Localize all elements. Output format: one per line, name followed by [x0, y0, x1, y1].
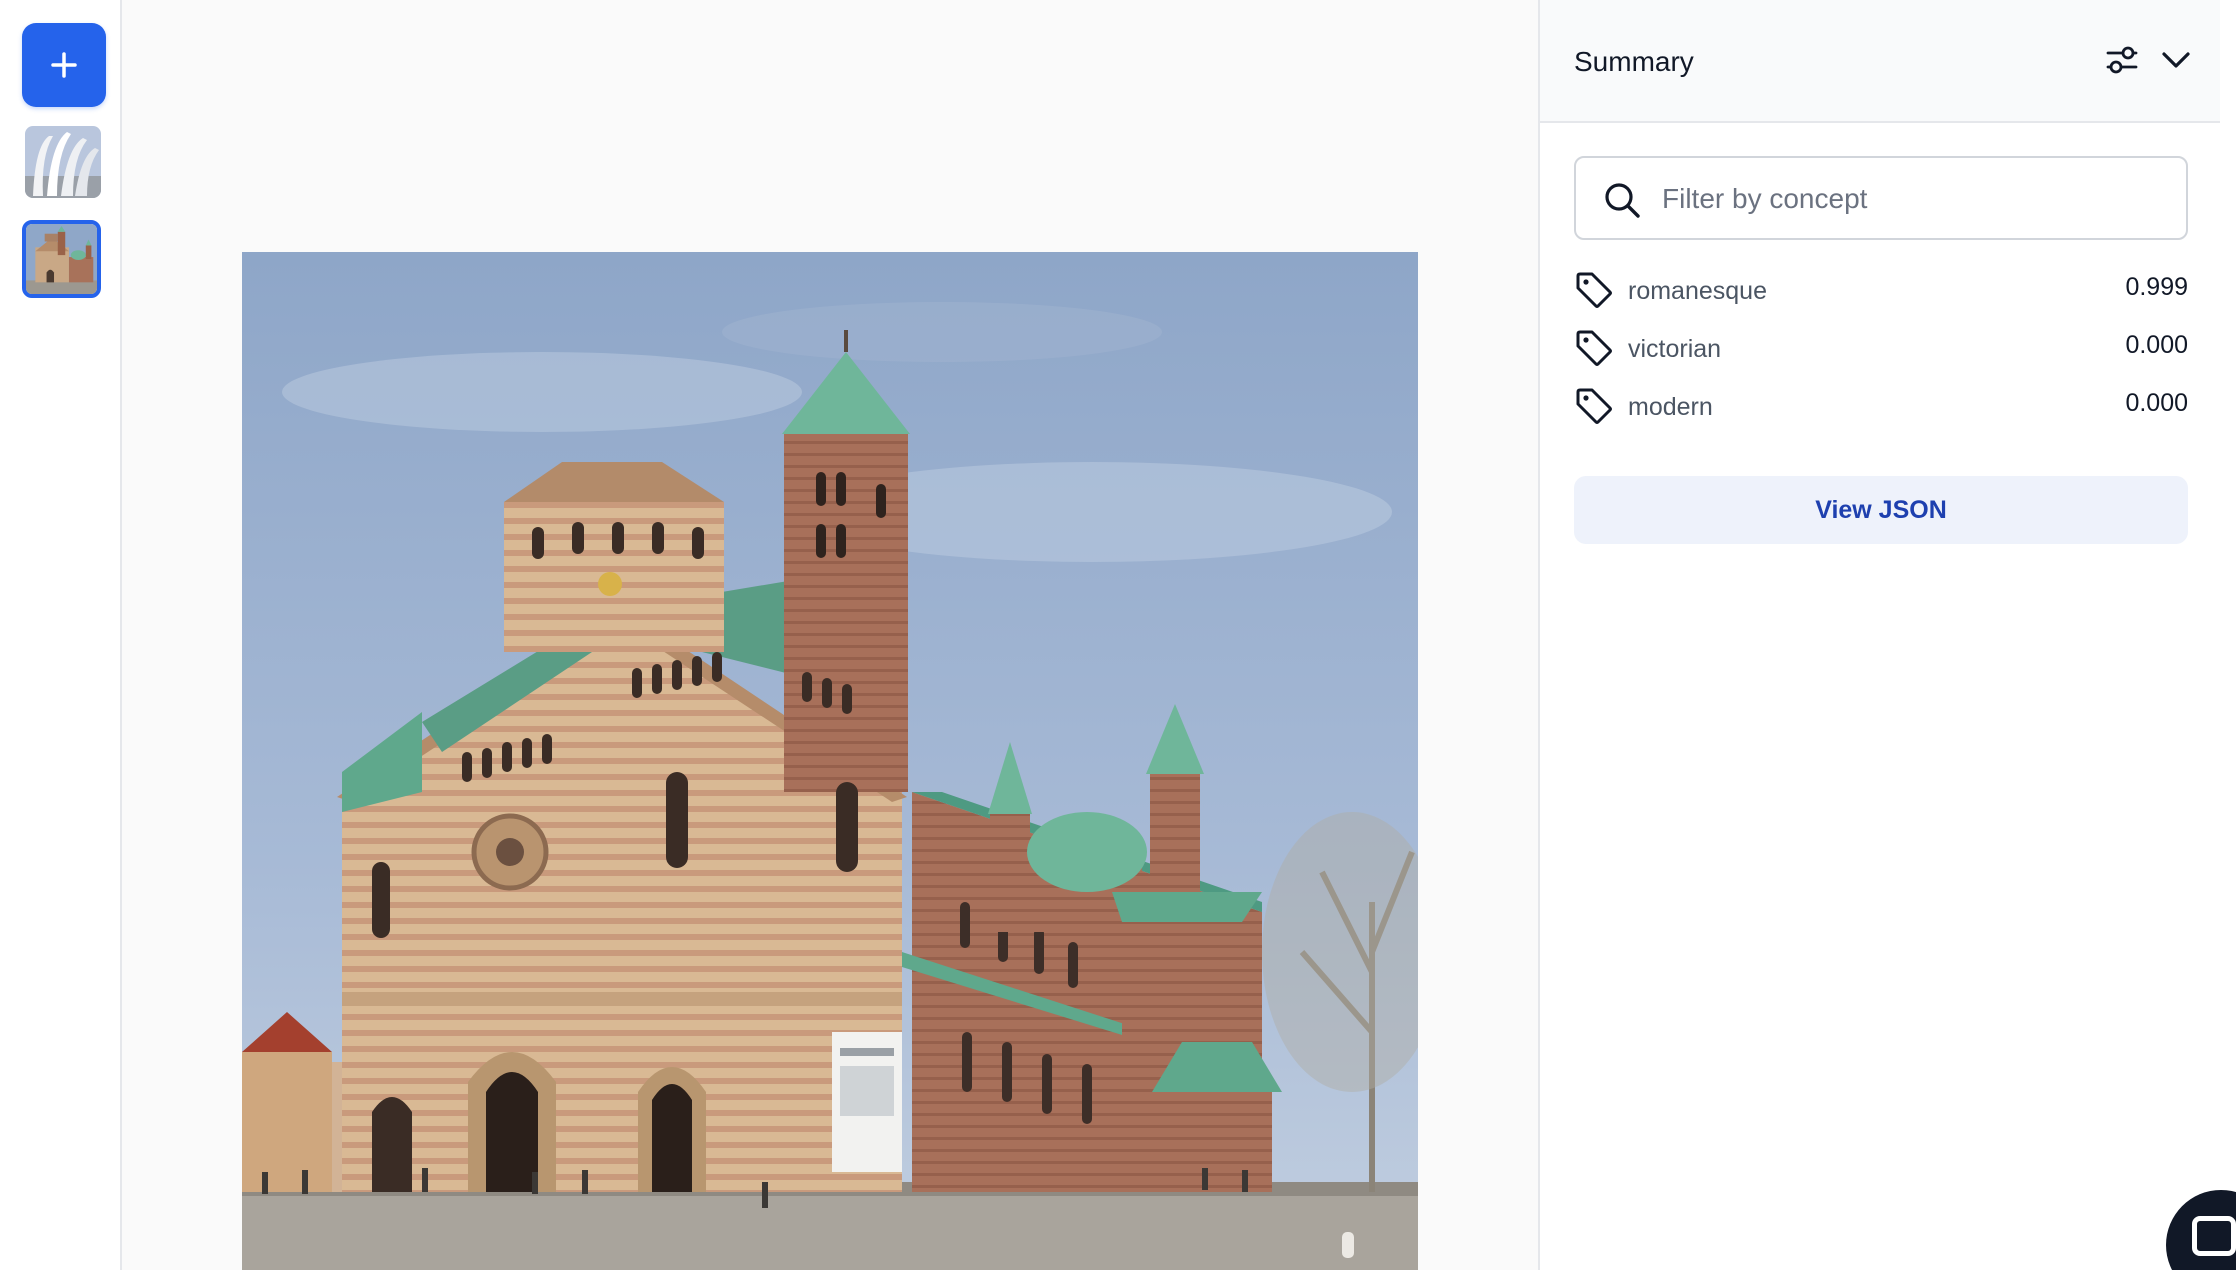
chevron-down-icon[interactable] — [2156, 40, 2196, 80]
concept-row: victorian 0.000 — [1574, 324, 2188, 382]
concept-score: 0.000 — [2125, 331, 2188, 359]
concept-score: 0.999 — [2125, 273, 2188, 301]
image-thumbnail-modern-building[interactable] — [25, 126, 101, 198]
tag-icon — [1576, 272, 1612, 308]
main-image — [242, 252, 1418, 1270]
concept-row: romanesque 0.999 — [1574, 266, 2188, 324]
summary-header: Summary — [1540, 0, 2220, 123]
concept-score: 0.000 — [2125, 389, 2188, 417]
concept-search-box — [1574, 156, 2188, 240]
concept-label: romanesque — [1628, 277, 1767, 305]
chat-icon — [2192, 1216, 2236, 1256]
app-window: Summary Filter by concept romanesque 0.9… — [0, 0, 2236, 1270]
concept-list: romanesque 0.999 victorian 0.000 modern … — [1574, 266, 2188, 440]
sliders-icon[interactable] — [2102, 40, 2142, 80]
concept-row: modern 0.000 — [1574, 382, 2188, 440]
view-json-button[interactable]: View JSON — [1574, 476, 2188, 544]
panel-title: Summary — [1574, 46, 1694, 77]
tag-icon — [1576, 388, 1612, 424]
add-image-button[interactable] — [22, 23, 106, 107]
search-icon — [1605, 183, 1640, 218]
image-rail — [0, 0, 122, 1270]
concept-filter-input[interactable] — [1662, 178, 2162, 220]
plus-icon — [51, 52, 77, 78]
image-thumbnail-cathedral[interactable] — [22, 220, 101, 298]
image-canvas — [122, 0, 1540, 1270]
concept-label: victorian — [1628, 335, 1722, 363]
summary-panel: Summary Filter by concept romanesque 0.9… — [1538, 0, 2220, 1270]
concept-label: modern — [1628, 393, 1713, 421]
tag-icon — [1576, 330, 1612, 366]
